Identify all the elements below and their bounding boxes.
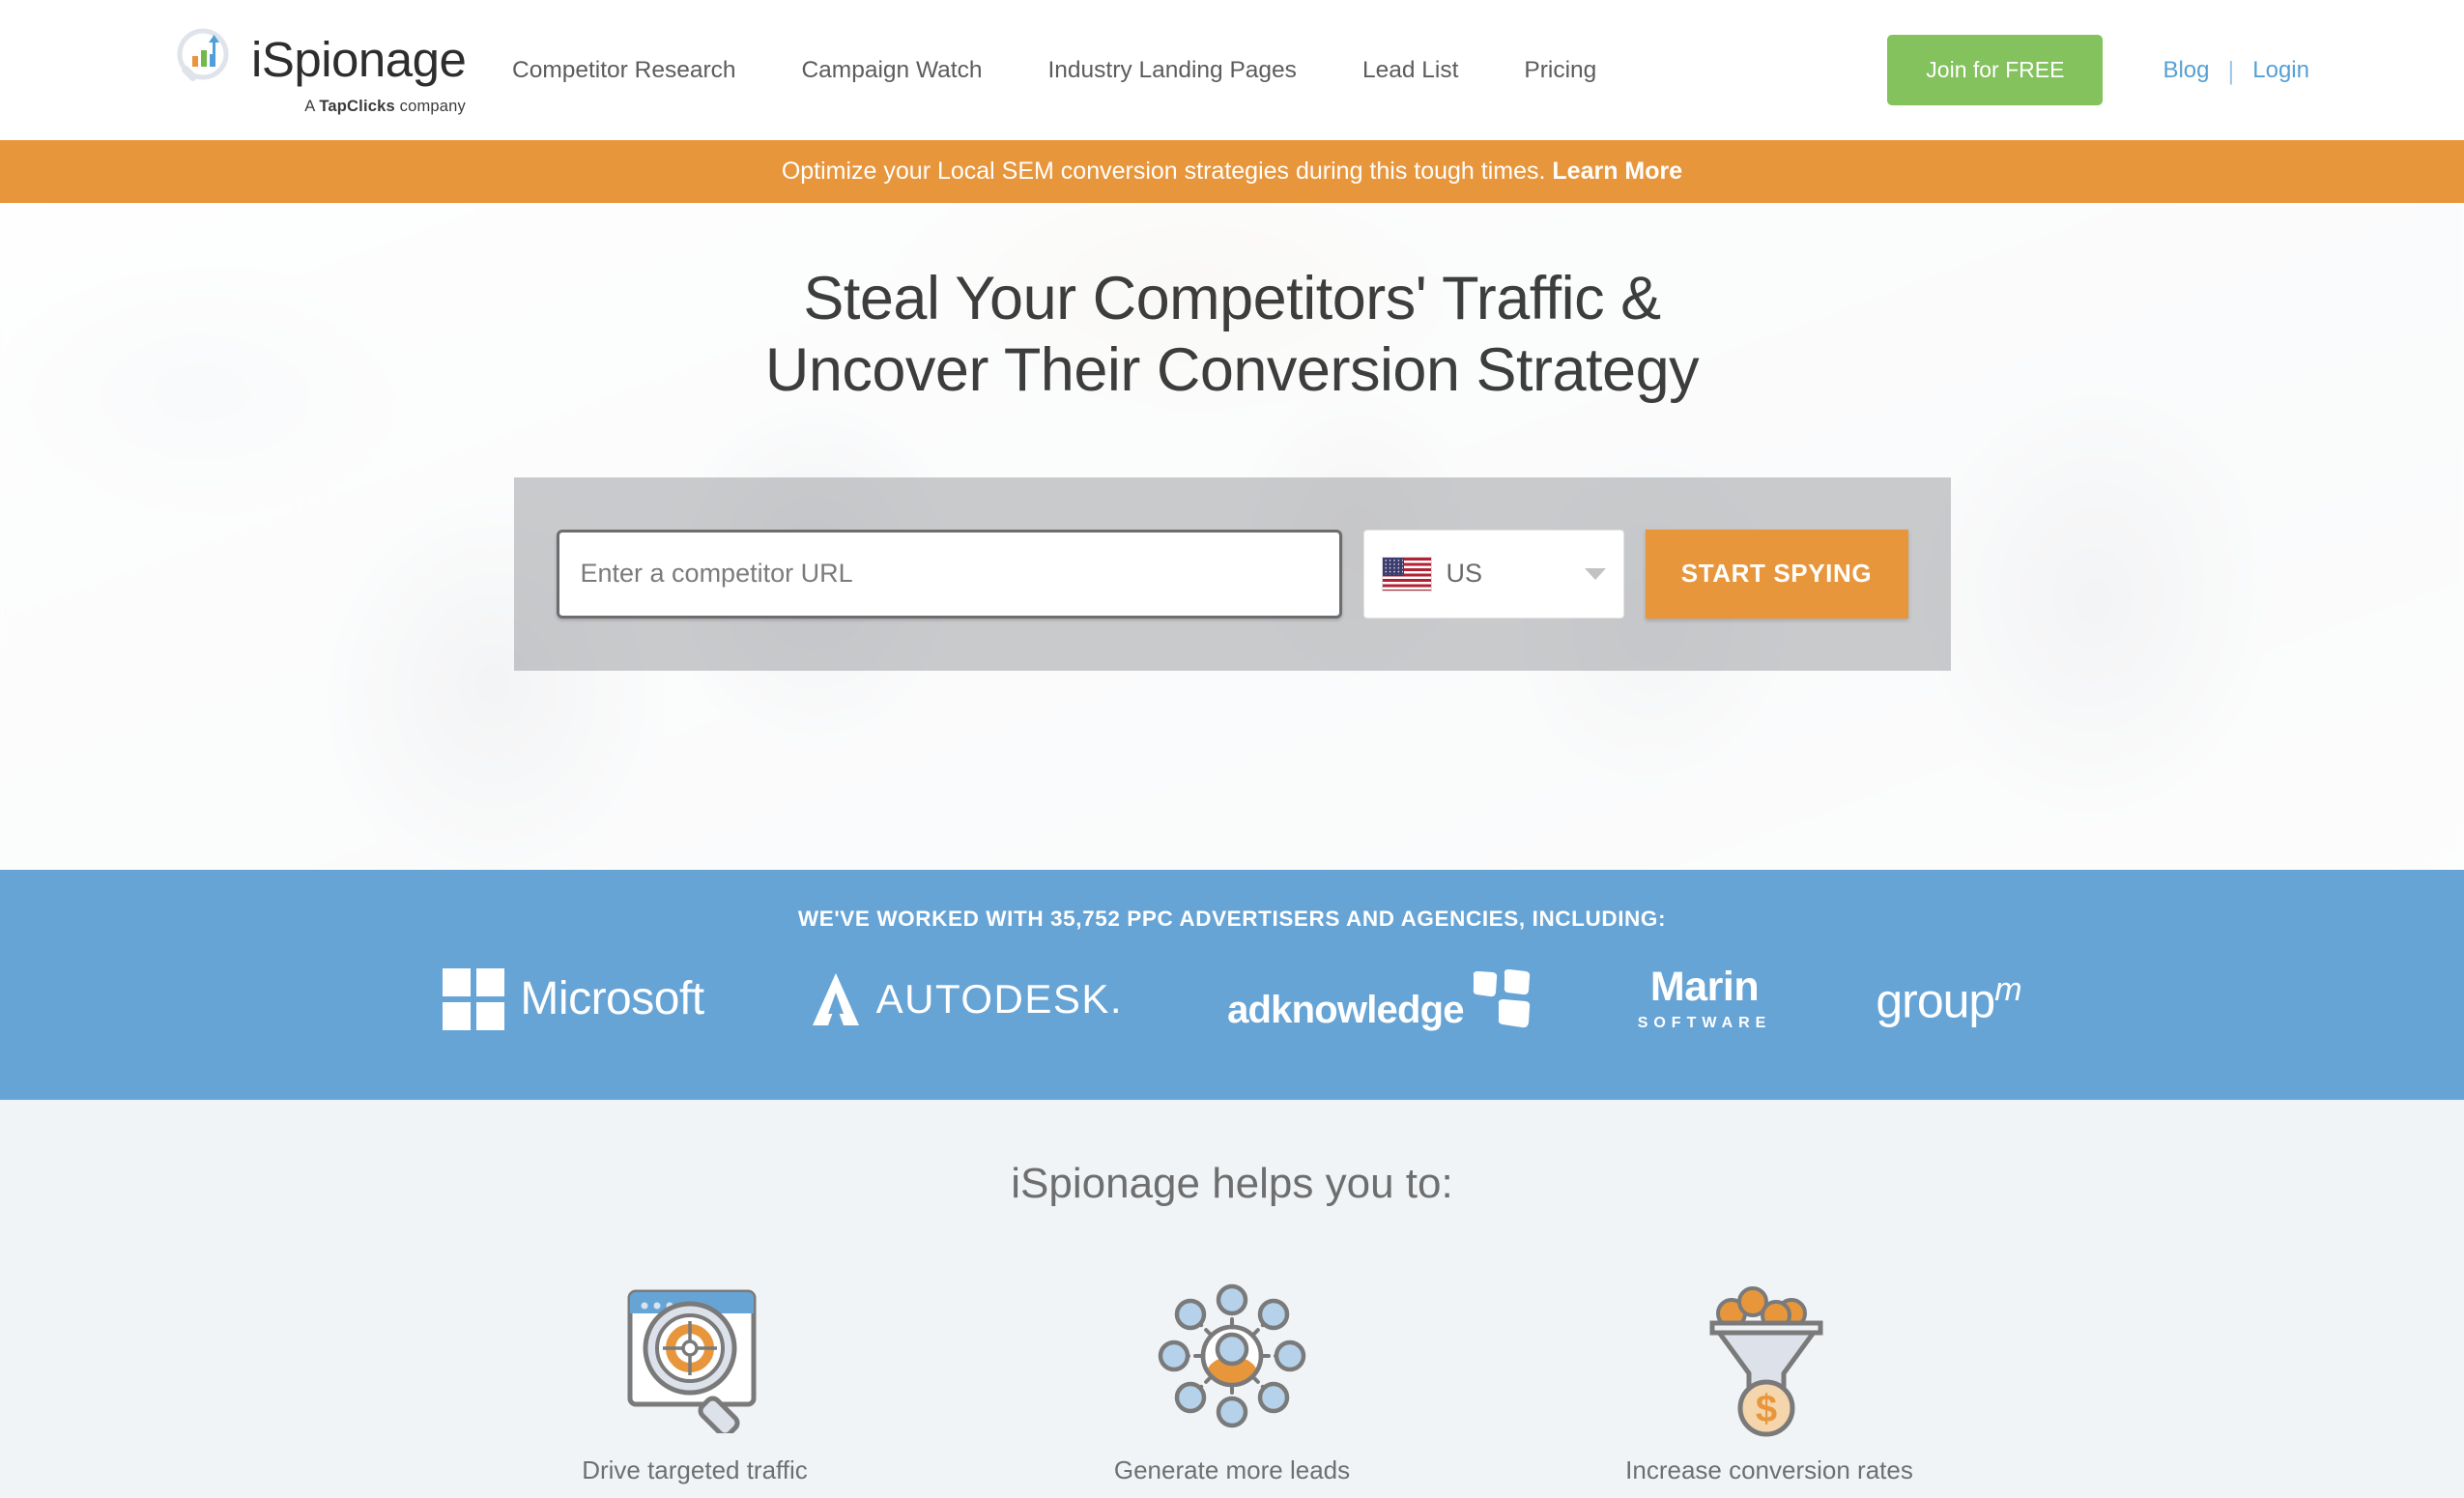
competitor-url-input[interactable] (556, 529, 1342, 619)
client-logo-adknowledge: adknowledge (1227, 969, 1533, 1029)
autodesk-name: AUTODESK (875, 976, 1110, 1022)
tagline-suffix: company (394, 97, 466, 115)
client-logo-autodesk: AUTODESK. (809, 971, 1123, 1027)
marin-subtitle: SOFTWARE (1637, 1015, 1772, 1031)
network-people-leads-icon (1087, 1274, 1377, 1438)
nav-item-lead-list[interactable]: Lead List (1362, 47, 1458, 94)
adknowledge-wordmark: adknowledge (1227, 989, 1464, 1031)
feature-label: Drive targeted traffic (582, 1455, 808, 1484)
autodesk-wordmark: AUTODESK. (876, 979, 1123, 1020)
logo-wordmark: iSpionage (251, 32, 467, 87)
site-logo[interactable]: iSpionage A TapClicks company (172, 25, 472, 116)
magnifier-bar-chart-logo-icon (172, 25, 242, 95)
tagline-brand: TapClicks (319, 97, 395, 115)
promo-banner: Optimize your Local SEM conversion strat… (0, 140, 2464, 203)
promo-banner-text: Optimize your Local SEM conversion strat… (782, 158, 1682, 186)
groupm-wordmark: groupm (1876, 971, 2021, 1028)
learn-more-link[interactable]: Learn More (1552, 158, 1682, 185)
join-for-free-button[interactable]: Join for FREE (1887, 35, 2104, 105)
clients-section: WE'VE WORKED WITH 35,752 PPC ADVERTISERS… (0, 870, 2464, 1100)
microsoft-wordmark: Microsoft (520, 973, 704, 1024)
groupm-name: group (1876, 973, 1995, 1028)
auth-links: Blog | Login (2163, 57, 2309, 84)
client-logo-row: Microsoft AUTODESK. adknowledge Marin SO… (0, 966, 2464, 1032)
start-spying-button[interactable]: START SPYING (1645, 529, 1908, 619)
feature-drive-targeted-traffic: Drive targeted traffic (550, 1274, 840, 1485)
tagline-prefix: A (304, 97, 320, 115)
client-logo-groupm: groupm (1876, 971, 2021, 1028)
nav-item-competitor-research[interactable]: Competitor Research (512, 47, 735, 94)
nav-item-campaign-watch[interactable]: Campaign Watch (801, 47, 982, 94)
blog-link[interactable]: Blog (2163, 57, 2209, 84)
svg-text:$: $ (1756, 1388, 1777, 1430)
client-logo-microsoft: Microsoft (443, 968, 704, 1030)
clients-section-title: WE'VE WORKED WITH 35,752 PPC ADVERTISERS… (797, 907, 1667, 931)
us-flag-icon (1381, 556, 1432, 591)
feature-list: Drive targeted traffic Generate more lea… (0, 1274, 2464, 1485)
auth-separator: | (2227, 55, 2235, 85)
browser-magnifier-target-icon (550, 1274, 840, 1438)
competitor-search-form: US START SPYING (513, 476, 1951, 671)
client-logo-marin-software: Marin SOFTWARE (1638, 966, 1772, 1032)
main-nav: Competitor Research Campaign Watch Indus… (512, 47, 1596, 94)
feature-label: Increase conversion rates (1625, 1455, 1913, 1484)
hero-title-line-1: Steal Your Competitors' Traffic & (803, 265, 1661, 332)
logo-tagline: A TapClicks company (304, 98, 466, 116)
groupm-superscript: m (1994, 971, 2021, 1009)
nav-item-pricing[interactable]: Pricing (1524, 47, 1596, 94)
hero-section: Steal Your Competitors' Traffic & Uncove… (0, 203, 2464, 870)
autodesk-a-icon (809, 971, 863, 1027)
promo-message: Optimize your Local SEM conversion strat… (781, 158, 1553, 185)
chevron-down-icon (1584, 567, 1606, 580)
feature-label: Generate more leads (1113, 1455, 1351, 1484)
nav-item-industry-landing-pages[interactable]: Industry Landing Pages (1048, 47, 1297, 94)
feature-increase-conversion-rates: $ Increase conversion rates (1624, 1274, 1914, 1485)
hero-content: Steal Your Competitors' Traffic & Uncove… (0, 203, 2464, 671)
autodesk-dot: . (1109, 976, 1124, 1022)
country-select[interactable]: US (1362, 529, 1624, 619)
page-title: Steal Your Competitors' Traffic & Uncove… (0, 263, 2464, 407)
header-actions: Join for FREE Blog | Login (1887, 35, 2464, 105)
site-header: iSpionage A TapClicks company Competitor… (0, 0, 2464, 140)
feature-generate-more-leads: Generate more leads (1087, 1274, 1377, 1485)
landing-page: iSpionage A TapClicks company Competitor… (0, 0, 2464, 1498)
helps-section-title: iSpionage helps you to: (1011, 1160, 1453, 1207)
country-select-value: US (1446, 559, 1483, 589)
adknowledge-blobs-icon (1470, 969, 1533, 1029)
microsoft-squares-icon (443, 968, 505, 1030)
logo-row: iSpionage (172, 25, 467, 95)
funnel-coin-conversion-icon: $ (1624, 1274, 1914, 1438)
login-link[interactable]: Login (2252, 57, 2309, 84)
hero-title-line-2: Uncover Their Conversion Strategy (764, 336, 1700, 405)
helps-section: iSpionage helps you to: Drive targeted t… (0, 1100, 2464, 1498)
marin-wordmark: Marin (1649, 964, 1760, 1010)
